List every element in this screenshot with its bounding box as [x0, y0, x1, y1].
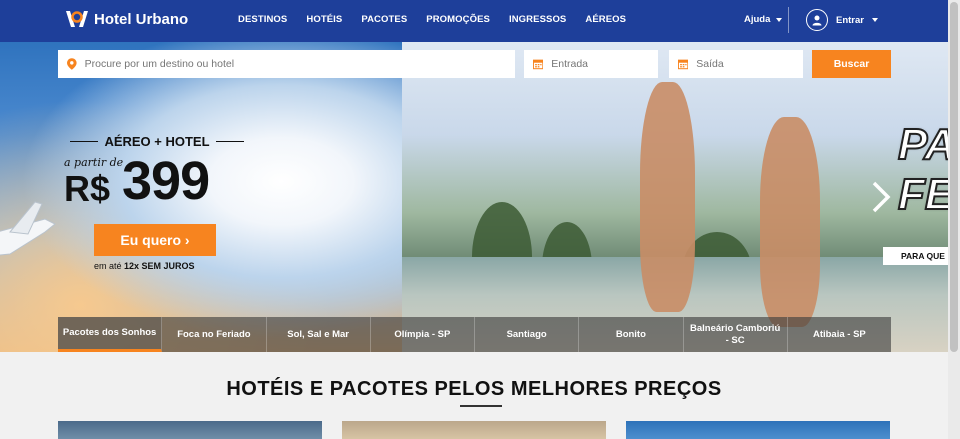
nav-hoteis[interactable]: HOTÉIS	[306, 14, 342, 25]
chevron-down-icon	[871, 18, 878, 22]
nav-ingressos[interactable]: INGRESSOS	[509, 14, 566, 25]
category-tab[interactable]: Pacotes dos Sonhos	[58, 317, 163, 352]
section-underline	[460, 405, 502, 407]
nav-destinos[interactable]: DESTINOS	[238, 14, 287, 25]
logo-text: Hotel Urbano	[94, 10, 189, 28]
top-header: Hotel Urbano DESTINOS HOTÉIS PACOTES PRO…	[0, 0, 948, 42]
promo-title: AÉREO + HOTEL	[62, 134, 252, 149]
deal-card[interactable]	[626, 421, 890, 439]
category-tab[interactable]: Foca no Feriado	[162, 317, 267, 352]
partial-banner-tag[interactable]: PARA QUE	[883, 247, 948, 265]
eu-quero-button[interactable]: Eu quero ›	[94, 224, 216, 256]
main-nav: DESTINOS HOTÉIS PACOTES PROMOÇÕES INGRES…	[238, 14, 626, 25]
title-rule-right	[215, 141, 244, 142]
category-tabs: Pacotes dos Sonhos Foca no Feriado Sol, …	[58, 317, 891, 352]
logo[interactable]: Hotel Urbano	[64, 9, 188, 29]
category-tab[interactable]: Bonito	[579, 317, 684, 352]
deal-card[interactable]	[58, 421, 322, 439]
section-title: HOTÉIS E PACOTES PELOS MELHORES PREÇOS	[226, 378, 722, 400]
scrollbar[interactable]	[948, 0, 960, 439]
partial-banner-text: PA FE	[897, 119, 948, 220]
checkin-input[interactable]	[551, 58, 658, 70]
partial-banner-line-1: PA	[897, 119, 948, 170]
calendar-icon	[678, 59, 689, 70]
help-dropdown[interactable]: Ajuda	[744, 14, 783, 25]
promo-block: AÉREO + HOTEL a partir de R$ 399	[62, 134, 252, 211]
help-label: Ajuda	[744, 14, 771, 25]
category-tab[interactable]: Olímpia - SP	[370, 317, 475, 352]
installments-note: em até 12x SEM JUROS	[94, 261, 195, 271]
chevron-right-icon[interactable]	[870, 180, 892, 214]
nav-aereos[interactable]: AÉREOS	[585, 14, 626, 25]
hotel-urbano-logo-icon	[66, 11, 88, 27]
category-tab[interactable]: Atibaia - SP	[787, 317, 891, 352]
category-tab[interactable]: Sol, Sal e Mar	[266, 317, 371, 352]
title-rule-left	[70, 141, 99, 142]
promo-title-text: AÉREO + HOTEL	[104, 134, 210, 149]
destination-search[interactable]	[58, 50, 515, 78]
location-pin-icon	[67, 58, 77, 70]
user-icon	[806, 9, 828, 31]
checkin-field[interactable]	[524, 50, 658, 78]
nav-promocoes[interactable]: PROMOÇÕES	[426, 14, 490, 25]
airplane-icon	[0, 201, 56, 256]
chevron-down-icon	[776, 17, 783, 22]
scrollbar-thumb[interactable]	[950, 2, 958, 352]
checkout-input[interactable]	[696, 58, 803, 70]
price-value: 399	[122, 151, 210, 211]
person-woman	[640, 82, 695, 312]
search-button[interactable]: Buscar	[812, 50, 891, 78]
deal-card[interactable]	[342, 421, 606, 439]
hero-banner[interactable]: Buscar AÉREO + HOTEL a partir de R$ 399 …	[0, 42, 948, 352]
installments-bold: 12x SEM JUROS	[124, 261, 195, 271]
category-tab[interactable]: Santiago	[475, 317, 580, 352]
login-dropdown[interactable]: Entrar	[806, 9, 878, 31]
price-currency: R$	[64, 168, 111, 209]
category-tab[interactable]: Balneário Camboriú - SC	[683, 317, 788, 352]
installments-prefix: em até	[94, 261, 122, 271]
login-label: Entrar	[836, 14, 864, 26]
destination-input[interactable]	[84, 58, 515, 70]
partial-banner-line-2: FE	[897, 169, 948, 220]
person-man	[760, 117, 820, 327]
checkout-field[interactable]	[669, 50, 803, 78]
calendar-icon	[533, 59, 544, 70]
header-divider	[788, 7, 789, 33]
nav-pacotes[interactable]: PACOTES	[361, 14, 407, 25]
